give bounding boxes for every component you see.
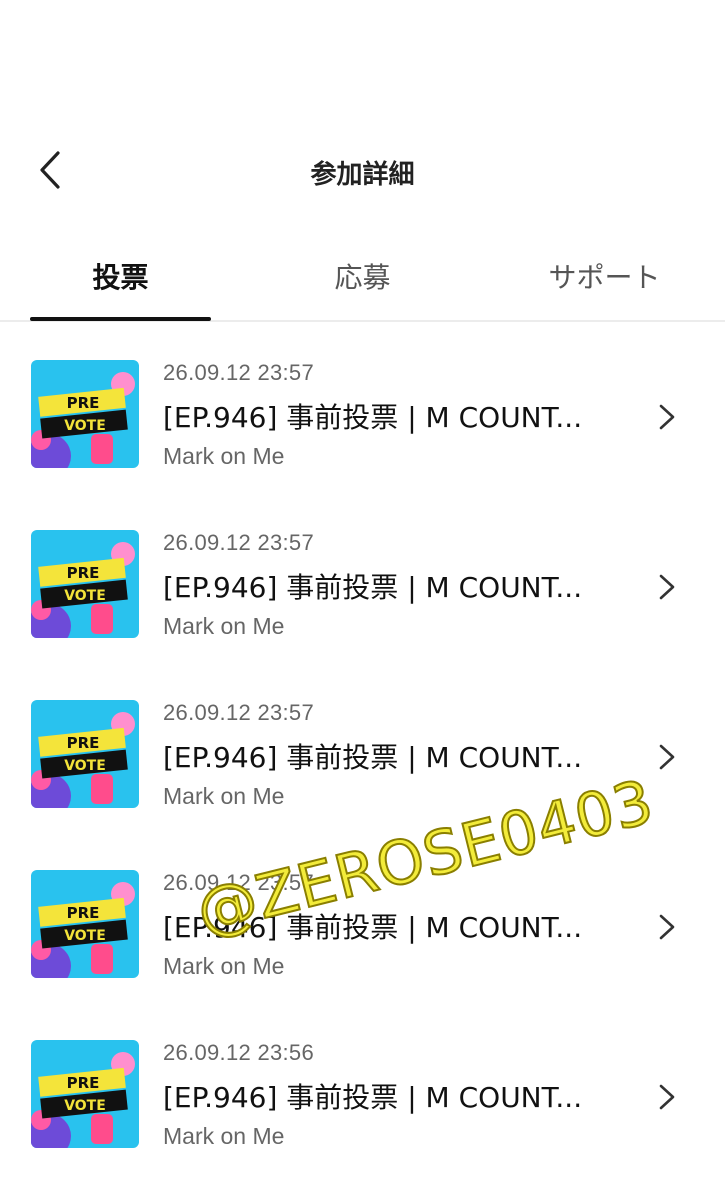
list-item[interactable]: PRE VOTE 26.09.12 23:57 [EP.946] 事前投票 | … [0,510,725,680]
chevron-right-icon [659,404,675,430]
page-title: 参加詳細 [310,160,415,190]
vote-thumbnail: PRE VOTE [31,870,139,978]
vote-title: [EP.946] 事前投票 | M COUNT... [163,401,583,434]
artist-name: Mark on Me [163,1123,285,1149]
chevron-right-icon [659,1084,675,1110]
vote-title: [EP.946] 事前投票 | M COUNT... [163,741,583,774]
vote-thumbnail: PRE VOTE [31,1040,139,1148]
vote-title: [EP.946] 事前投票 | M COUNT... [163,571,583,604]
svg-text:VOTE: VOTE [64,928,106,944]
list-item[interactable]: PRE VOTE 26.09.12 23:56 [EP.946] 事前投票 | … [0,1020,725,1190]
vote-title: [EP.946] 事前投票 | M COUNT... [163,1081,583,1114]
participation-date: 26.09.12 23:57 [163,360,315,385]
app-header: 参加詳細 [0,130,725,210]
svg-text:PRE: PRE [67,394,100,412]
artist-name: Mark on Me [163,443,285,469]
participation-date: 26.09.12 23:57 [163,700,315,725]
artist-name: Mark on Me [163,783,285,809]
svg-text:VOTE: VOTE [64,588,106,604]
tab-bar: 投票 応募 サポート [0,238,725,322]
chevron-right-icon [659,914,675,940]
tab-vote[interactable]: 投票 [30,238,211,322]
svg-text:PRE: PRE [67,904,100,922]
artist-name: Mark on Me [163,613,285,639]
svg-text:VOTE: VOTE [64,418,106,434]
tab-apply[interactable]: 応募 [272,238,453,322]
list-item[interactable]: PRE VOTE 26.09.12 23:57 [EP.946] 事前投票 | … [0,340,725,510]
chevron-right-icon [659,744,675,770]
svg-text:PRE: PRE [67,1074,100,1092]
vote-thumbnail: PRE VOTE [31,700,139,808]
svg-text:VOTE: VOTE [64,1098,106,1114]
artist-name: Mark on Me [163,953,285,979]
active-tab-indicator [30,317,211,321]
svg-text:PRE: PRE [67,564,100,582]
svg-text:VOTE: VOTE [64,758,106,774]
vote-thumbnail: PRE VOTE [31,360,139,468]
svg-text:PRE: PRE [67,734,100,752]
participation-date: 26.09.12 23:57 [163,530,315,555]
chevron-right-icon [659,574,675,600]
participation-date: 26.09.12 23:56 [163,1040,315,1065]
vote-thumbnail: PRE VOTE [31,530,139,638]
tab-support[interactable]: サポート [514,238,695,322]
